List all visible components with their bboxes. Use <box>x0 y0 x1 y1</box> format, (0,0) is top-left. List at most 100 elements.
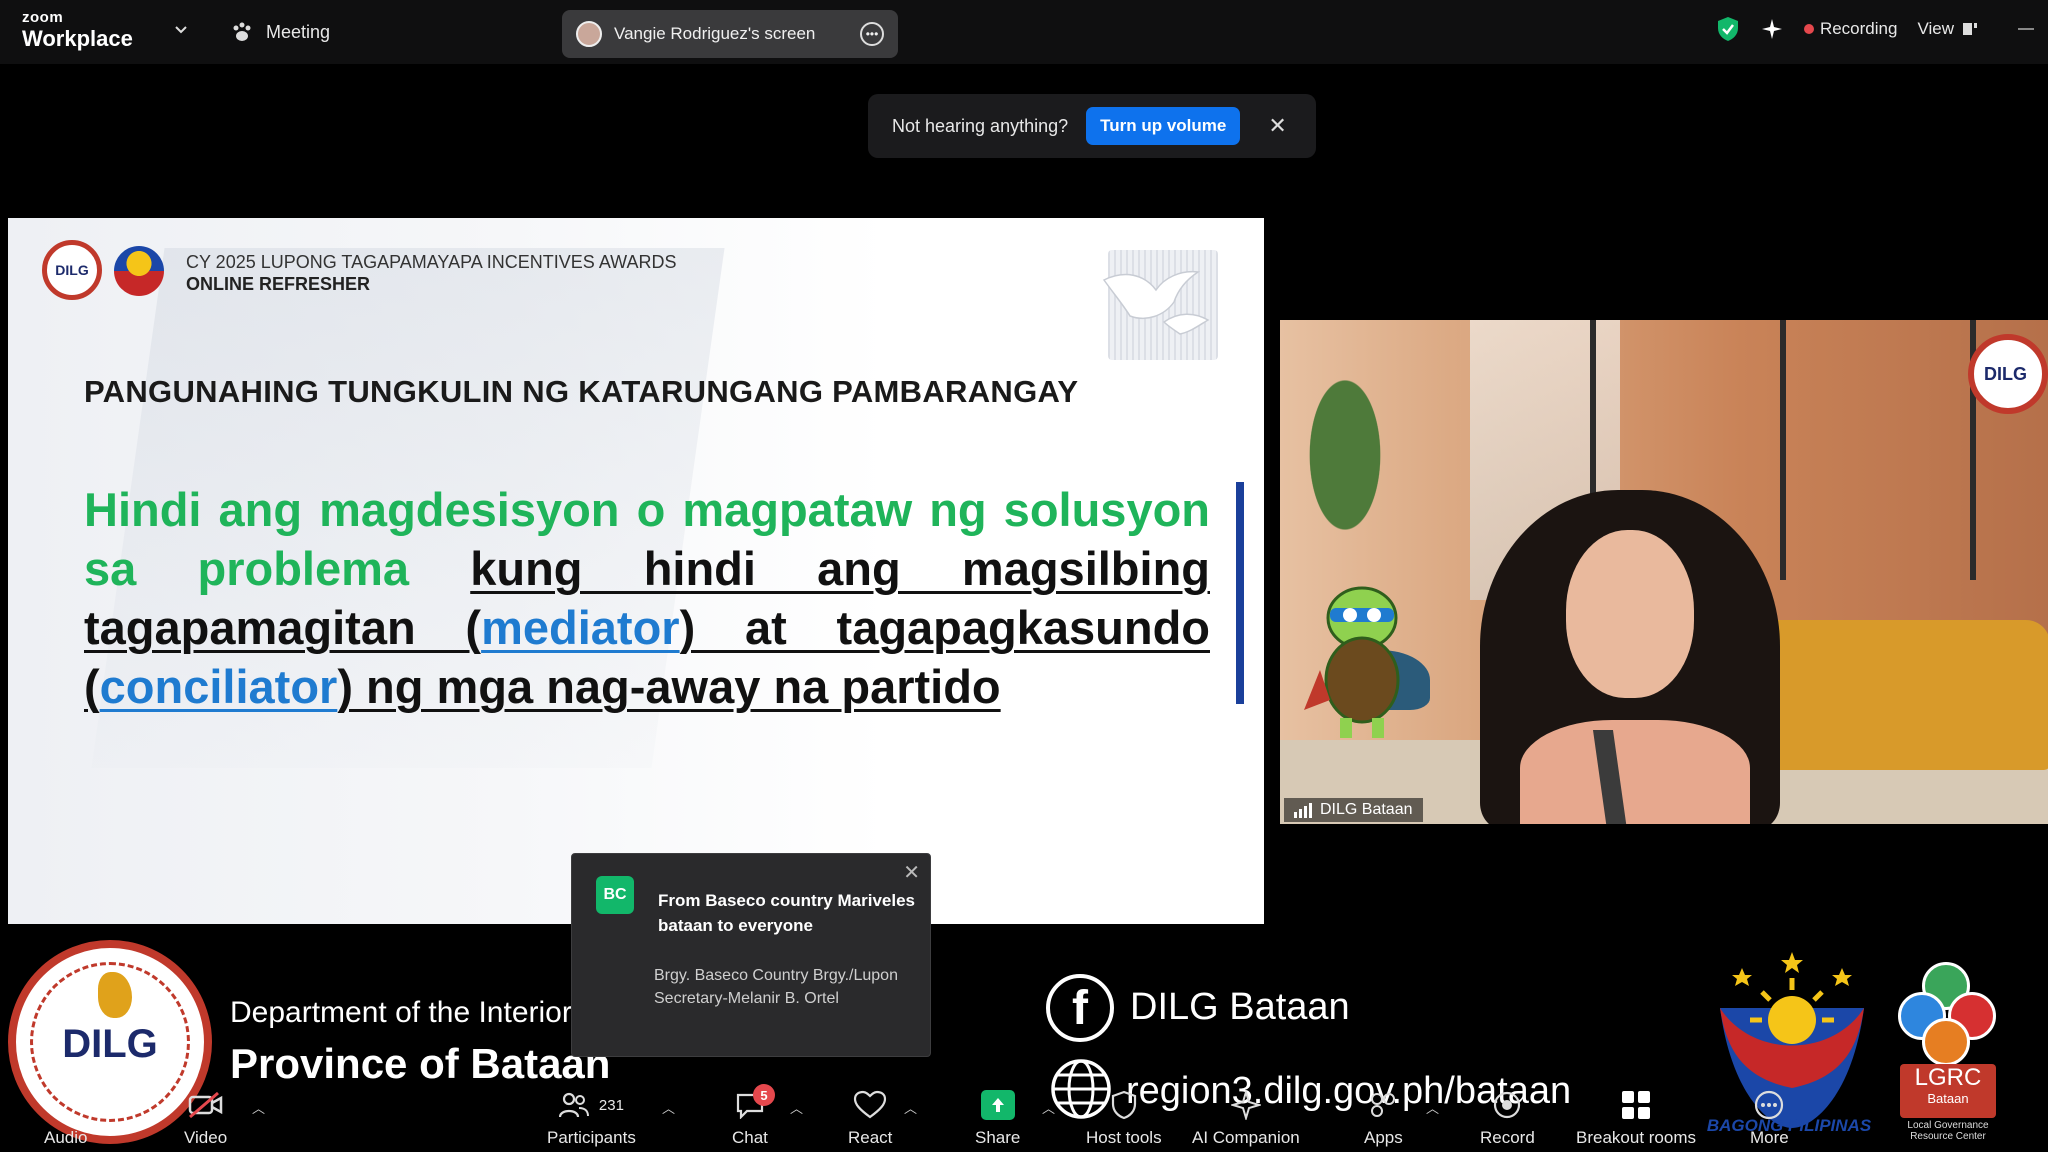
dilg-logo: DILG <box>42 240 102 300</box>
presentation-slide: DILG CY 2025 LUPONG TAGAPAMAYAPA INCENTI… <box>8 218 1264 924</box>
chevron-up-icon[interactable]: ︿ <box>904 1098 917 1117</box>
record-button[interactable]: Record <box>1480 1088 1535 1148</box>
chevron-up-icon[interactable]: ︿ <box>1426 1098 1439 1117</box>
view-button[interactable]: View <box>1917 19 1978 39</box>
body-underlined-3: ) ng mga nag-away na partido <box>337 660 1001 713</box>
grid-icon <box>1622 1091 1650 1119</box>
plant <box>1300 360 1390 550</box>
participants-icon <box>558 1092 589 1118</box>
brand-zoom: zoom <box>22 9 64 26</box>
chat-unread-badge: 5 <box>752 1084 775 1106</box>
recording-label: Recording <box>1819 19 1898 38</box>
more-button[interactable]: More <box>1750 1088 1789 1148</box>
shared-screen: DILG CY 2025 LUPONG TAGAPAMAYAPA INCENTI… <box>8 180 1264 962</box>
screen-share-indicator[interactable]: Vangie Rodriguez's screen ••• <box>562 10 898 58</box>
slide-title: CY 2025 LUPONG TAGAPAMAYAPA INCENTIVES A… <box>186 252 677 272</box>
presenter-face <box>1566 530 1694 698</box>
ai-companion-button[interactable]: AI Companion <box>1192 1088 1300 1148</box>
meeting-label: Meeting <box>266 21 331 42</box>
host-tools-label: Host tools <box>1086 1128 1162 1147</box>
top-right-controls: Recording View <box>1716 16 1978 42</box>
dove-image <box>1102 250 1218 360</box>
video-off-icon <box>188 1091 222 1119</box>
participant-name: DILG Bataan <box>1320 801 1413 818</box>
host-tools-button[interactable]: Host tools <box>1086 1088 1162 1148</box>
participants-label: Participants <box>547 1128 636 1147</box>
meeting-menu[interactable]: Meeting <box>230 20 330 44</box>
shield-icon <box>1111 1090 1136 1120</box>
facebook-page: DILG Bataan <box>1130 986 1350 1028</box>
brand-workplace: Workplace <box>22 26 133 51</box>
chat-button[interactable]: 5 Chat <box>732 1084 775 1148</box>
apps-button[interactable]: Apps <box>1364 1088 1403 1148</box>
slide-heading: PANGUNAHING TUNGKULIN NG KATARUNGANG PAM… <box>84 374 1079 409</box>
video-label: Video <box>184 1128 228 1147</box>
recording-indicator[interactable]: Recording <box>1803 19 1898 39</box>
react-label: React <box>848 1128 893 1147</box>
body-mediator: mediator <box>481 601 680 654</box>
view-label: View <box>1917 19 1954 38</box>
audio-banner: Not hearing anything? Turn up volume ✕ <box>868 94 1316 158</box>
close-icon[interactable]: ✕ <box>1268 113 1286 139</box>
participants-button[interactable]: 231 Participants <box>547 1088 636 1148</box>
apps-icon <box>1371 1093 1396 1117</box>
facebook-icon: f <box>1046 974 1114 1042</box>
ai-companion-label: AI Companion <box>1192 1128 1300 1147</box>
view-layout-icon <box>1963 23 1977 35</box>
breakout-rooms-button[interactable]: Breakout rooms <box>1576 1088 1696 1148</box>
video-button[interactable]: Video <box>184 1088 227 1148</box>
accent-bar <box>1236 482 1244 704</box>
more-label: More <box>1750 1128 1789 1147</box>
turtle-mascot <box>1304 586 1400 738</box>
top-bar: zoom Workplace Meeting Vangie Rodriguez'… <box>0 0 2048 64</box>
chevron-up-icon[interactable]: ︿ <box>662 1098 675 1117</box>
dilg-badge-logo: DILG <box>1968 334 2048 414</box>
dove-icon <box>1102 270 1210 335</box>
chevron-up-icon[interactable]: ︿ <box>790 1098 803 1117</box>
heart-icon <box>854 1090 887 1119</box>
avatar: BC <box>596 876 634 914</box>
shield-check-icon[interactable] <box>1716 16 1740 42</box>
chevron-down-icon[interactable] <box>172 20 190 38</box>
share-label: Share <box>975 1128 1021 1147</box>
body-conciliator: conciliator <box>99 660 338 713</box>
participants-count: 231 <box>598 1096 624 1114</box>
philippine-map-icon <box>98 972 132 1018</box>
chat-label: Chat <box>732 1128 768 1147</box>
chevron-up-icon[interactable]: ︿ <box>252 1098 265 1117</box>
avatar <box>576 21 602 47</box>
more-icon <box>1755 1090 1784 1120</box>
zoom-workplace-logo: zoom Workplace <box>22 10 133 50</box>
window-frame <box>1780 320 1786 580</box>
signal-strength-icon <box>1294 802 1312 818</box>
chat-notification[interactable]: BC From Baseco country Mariveles bataan … <box>571 853 931 1057</box>
participant-name-label: DILG Bataan <box>1284 798 1423 822</box>
sparkle-icon <box>1230 1090 1261 1120</box>
seal-text: DILG <box>62 1022 158 1066</box>
recording-dot-icon <box>1803 24 1814 34</box>
slide-subtitle: ONLINE REFRESHER <box>186 274 371 294</box>
presenter-torso <box>1520 720 1750 824</box>
banner-text: Not hearing anything? <box>892 115 1069 136</box>
participant-video[interactable]: DILG DILG Bataan <box>1280 320 2048 824</box>
turn-up-volume-button[interactable]: Turn up volume <box>1086 107 1241 145</box>
presenter <box>1480 490 1780 824</box>
more-options-icon[interactable]: ••• <box>860 22 884 46</box>
slide-body-text: Hindi ang magdesisyon o magpataw ng solu… <box>84 480 1210 716</box>
record-label: Record <box>1480 1128 1535 1147</box>
audio-button[interactable]: Audio <box>44 1088 87 1148</box>
sparkle-icon[interactable] <box>1760 17 1784 41</box>
close-icon[interactable]: ✕ <box>903 860 920 885</box>
audio-label: Audio <box>44 1128 88 1147</box>
react-button[interactable]: React <box>848 1088 892 1148</box>
meeting-toolbar: Audio Video ︿ 231 Participants ︿ 5 Chat … <box>0 1080 2048 1152</box>
chevron-up-icon[interactable]: ︿ <box>1042 1098 1055 1117</box>
share-button[interactable]: Share <box>975 1088 1020 1148</box>
paw-icon <box>233 22 251 41</box>
chat-message: Brgy. Baseco Country Brgy./Lupon Secreta… <box>654 967 898 1007</box>
minimize-icon[interactable] <box>2018 28 2034 30</box>
breakout-rooms-label: Breakout rooms <box>1576 1128 1696 1147</box>
share-label: Vangie Rodriguez's screen <box>614 24 816 43</box>
lgrc-circle-orange <box>1922 1018 1970 1066</box>
record-icon <box>1494 1091 1521 1119</box>
